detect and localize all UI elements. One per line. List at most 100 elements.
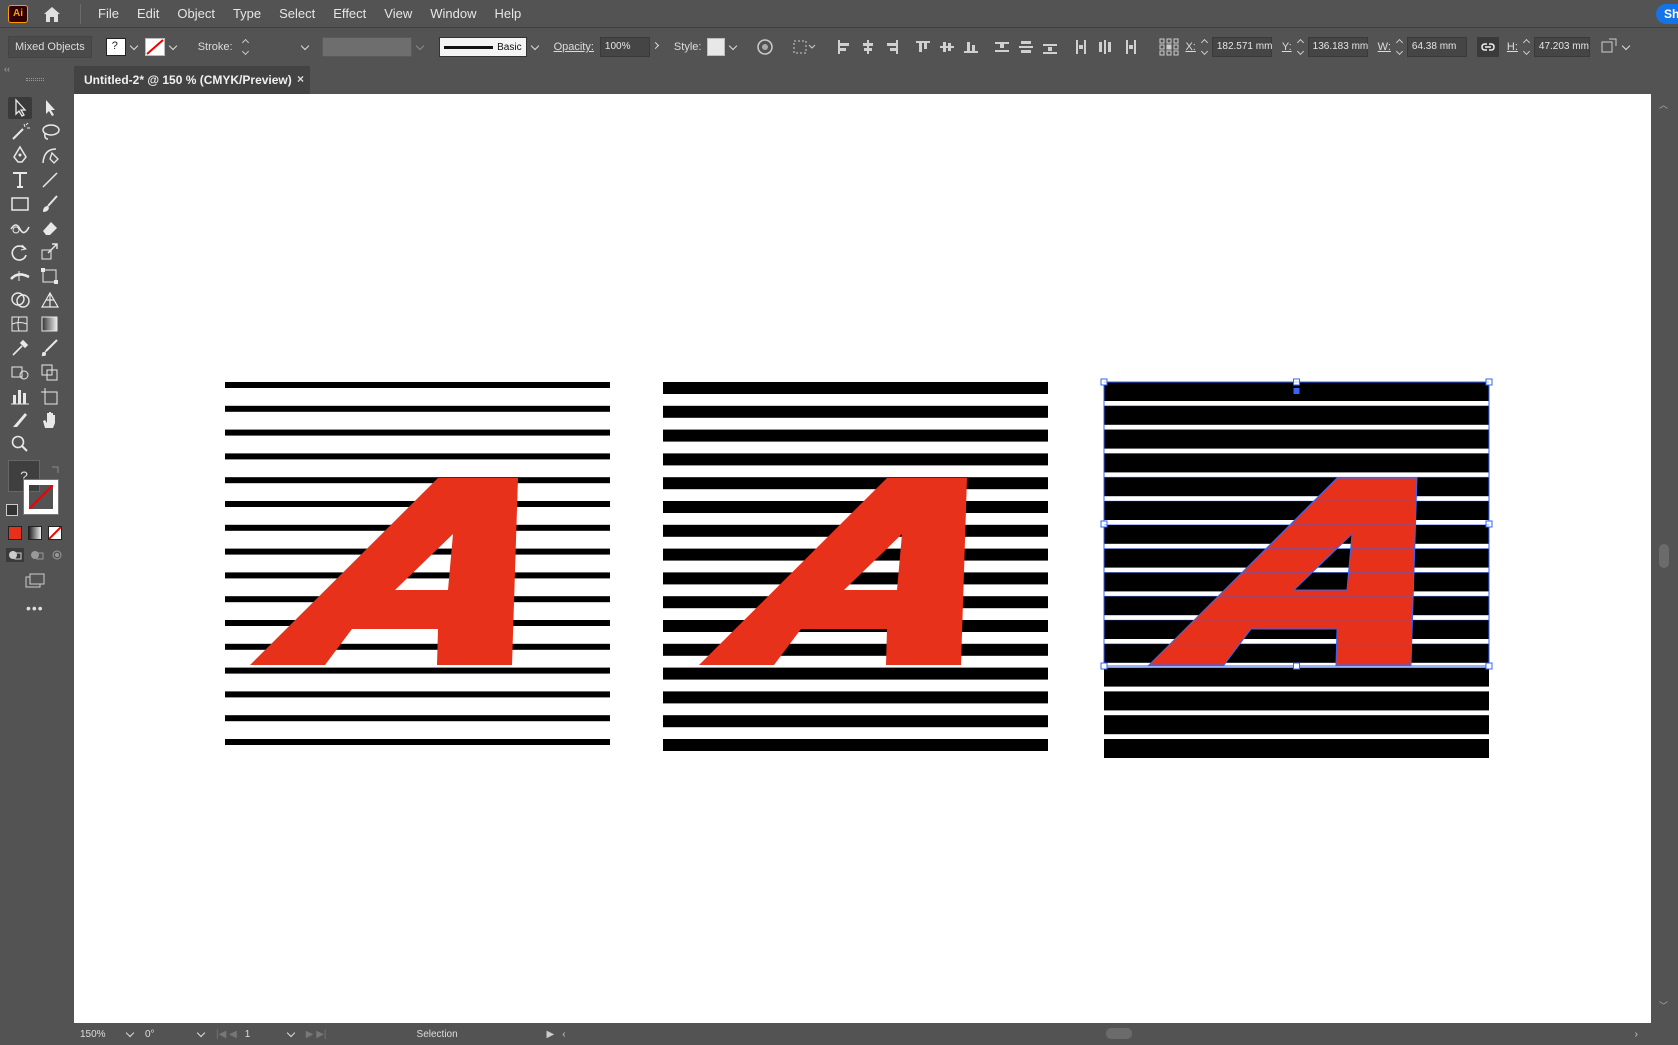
recolor-artwork-button[interactable] xyxy=(756,38,774,56)
brush-field[interactable]: Basic xyxy=(438,37,527,57)
horizontal-scroll-thumb[interactable] xyxy=(1106,1028,1132,1039)
rectangle-tool[interactable] xyxy=(8,193,32,215)
width-tool[interactable] xyxy=(8,265,32,287)
artboard-tool[interactable] xyxy=(38,385,62,407)
align-right-icon[interactable] xyxy=(885,40,899,54)
eyedropper-tool[interactable] xyxy=(8,337,32,359)
type-tool[interactable] xyxy=(8,169,32,191)
first-artboard-icon[interactable]: |◀ ◀ xyxy=(216,1029,237,1040)
distribute-vertical-center-icon[interactable] xyxy=(1019,40,1034,54)
variable-width-field[interactable] xyxy=(321,37,412,57)
vertical-scrollbar[interactable]: ︿ ﹀ xyxy=(1651,94,1678,1023)
mesh-tool[interactable] xyxy=(8,313,32,335)
share-button[interactable]: Sh xyxy=(1656,4,1678,24)
distribute-horizontal-center-icon[interactable] xyxy=(1098,40,1112,54)
draw-inside-button[interactable] xyxy=(48,548,66,562)
rotation-dropdown-icon[interactable] xyxy=(196,1029,206,1039)
shaper-tool[interactable] xyxy=(8,217,32,239)
h-field[interactable]: 47.203 mm xyxy=(1533,37,1590,57)
w-control[interactable]: 64.38 mm xyxy=(1393,37,1467,57)
collapse-panel-icon[interactable]: ‹‹ xyxy=(4,64,10,74)
fill-dropdown-icon[interactable] xyxy=(129,42,139,52)
artboard-number-field[interactable]: 1 xyxy=(245,1029,283,1040)
stroke-weight-spinner[interactable] xyxy=(242,38,250,56)
h-label[interactable]: H: xyxy=(1507,41,1518,53)
symbol-sprayer-tool[interactable] xyxy=(8,361,32,383)
gradient-mode-button[interactable] xyxy=(28,526,42,540)
swap-fill-stroke-icon[interactable] xyxy=(50,462,62,480)
variable-width-dropdown-icon[interactable] xyxy=(415,42,425,52)
blend-tool[interactable] xyxy=(38,337,62,359)
variable-width-profile[interactable] xyxy=(321,37,425,57)
free-transform-tool[interactable] xyxy=(38,265,62,287)
artboard-canvas[interactable]: A xyxy=(74,94,1651,1023)
style-dropdown-icon[interactable] xyxy=(728,42,738,52)
menu-object[interactable]: Object xyxy=(168,0,224,28)
stroke-weight-dropdown-icon[interactable] xyxy=(300,42,310,52)
toolbox-grip[interactable] xyxy=(26,78,44,81)
rotate-tool[interactable] xyxy=(8,241,32,263)
fill-swatch[interactable]: ? xyxy=(105,38,126,56)
magic-wand-tool[interactable] xyxy=(8,121,32,143)
distribute-bottom-icon[interactable] xyxy=(1043,40,1058,54)
menu-file[interactable]: File xyxy=(89,0,128,28)
scroll-left-icon[interactable]: ‹ xyxy=(562,1029,565,1040)
home-button[interactable] xyxy=(38,3,66,25)
constrain-proportions-button[interactable] xyxy=(1476,37,1499,57)
vertical-scroll-thumb[interactable] xyxy=(1659,544,1669,568)
distribute-right-icon[interactable] xyxy=(1122,40,1137,54)
brush-dropdown-icon[interactable] xyxy=(530,42,540,52)
gradient-tool[interactable] xyxy=(38,313,62,335)
y-spinner[interactable] xyxy=(1297,38,1305,56)
menu-view[interactable]: View xyxy=(375,0,421,28)
selection-tool[interactable] xyxy=(8,97,32,119)
default-fill-stroke-icon[interactable] xyxy=(6,504,18,516)
style-control[interactable] xyxy=(707,38,738,56)
zoom-tool[interactable] xyxy=(8,433,32,455)
curvature-tool[interactable] xyxy=(38,145,62,167)
stroke-control[interactable] xyxy=(144,38,178,56)
lasso-tool[interactable] xyxy=(38,121,62,143)
opacity-field[interactable]: 100% xyxy=(599,37,650,57)
reference-point-button[interactable] xyxy=(1159,38,1179,56)
column-graph-tool[interactable] xyxy=(8,385,32,407)
blob-selection-tool[interactable] xyxy=(38,361,62,383)
zoom-field[interactable]: 150% xyxy=(80,1029,122,1040)
distribute-top-icon[interactable] xyxy=(995,40,1010,54)
artboard-dropdown-icon[interactable] xyxy=(286,1029,296,1039)
stroke-box[interactable] xyxy=(23,479,59,515)
menu-window[interactable]: Window xyxy=(421,0,485,28)
perspective-grid-tool[interactable] xyxy=(38,289,62,311)
align-horizontal-center-icon[interactable] xyxy=(861,40,875,54)
menu-select[interactable]: Select xyxy=(270,0,324,28)
menu-help[interactable]: Help xyxy=(485,0,530,28)
scroll-down-icon[interactable]: ﹀ xyxy=(1659,999,1668,1012)
align-left-icon[interactable] xyxy=(837,40,851,54)
brush-definition[interactable]: Basic xyxy=(438,37,540,57)
document-tab[interactable]: Untitled-2* @ 150 % (CMYK/Preview) × xyxy=(74,66,310,94)
x-field[interactable]: 182.571 mm xyxy=(1211,37,1272,57)
direct-selection-tool[interactable] xyxy=(38,97,62,119)
change-screen-mode-button[interactable] xyxy=(24,572,46,590)
w-spinner[interactable] xyxy=(1396,38,1404,56)
eraser-tool[interactable] xyxy=(38,217,62,239)
stroke-swatch[interactable] xyxy=(144,38,165,56)
paintbrush-tool[interactable] xyxy=(38,193,62,215)
opacity-label[interactable]: Opacity: xyxy=(554,41,594,53)
x-control[interactable]: 182.571 mm xyxy=(1198,37,1272,57)
menu-edit[interactable]: Edit xyxy=(128,0,168,28)
rotation-field[interactable]: 0° xyxy=(145,1029,193,1040)
h-spinner[interactable] xyxy=(1523,38,1531,56)
align-top-icon[interactable] xyxy=(916,40,931,54)
y-field[interactable]: 136.183 mm xyxy=(1307,37,1368,57)
stroke-weight-field[interactable] xyxy=(252,37,297,57)
scroll-right-icon[interactable]: › xyxy=(1635,1029,1638,1040)
opacity-arrow-icon[interactable] xyxy=(650,37,662,57)
line-segment-tool[interactable] xyxy=(38,169,62,191)
transform-dropdown-icon[interactable] xyxy=(1621,42,1631,52)
last-artboard-icon[interactable]: ▶ ▶| xyxy=(306,1029,327,1040)
menu-type[interactable]: Type xyxy=(224,0,270,28)
status-menu-arrow-icon[interactable]: ▶ xyxy=(547,1029,555,1040)
tab-close-icon[interactable]: × xyxy=(297,72,304,86)
align-to-button[interactable] xyxy=(792,39,816,55)
